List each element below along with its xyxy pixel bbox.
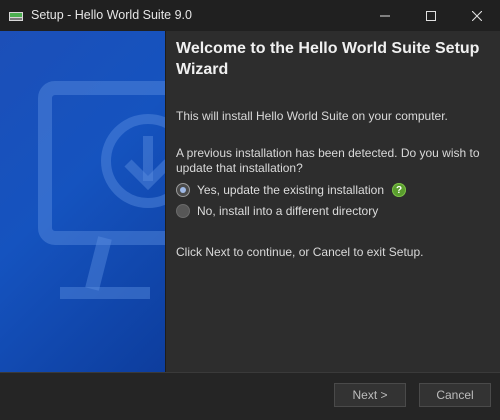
different-directory-radio[interactable] (176, 204, 190, 218)
intro-text: This will install Hello World Suite on y… (176, 109, 448, 123)
update-option-label[interactable]: Yes, update the existing installation (197, 183, 384, 197)
installer-icon (9, 9, 23, 21)
update-radio[interactable] (176, 183, 190, 197)
continue-text: Click Next to continue, or Cancel to exi… (176, 245, 424, 259)
minimize-icon (380, 15, 390, 16)
previous-install-question: A previous installation has been detecte… (176, 146, 480, 175)
minimize-button[interactable] (362, 0, 408, 31)
monitor-download-icon (38, 81, 165, 299)
different-directory-label[interactable]: No, install into a different directory (197, 204, 378, 218)
close-button[interactable] (454, 0, 500, 31)
page-title: Welcome to the Hello World Suite Setup W… (176, 40, 480, 78)
window-title: Setup - Hello World Suite 9.0 (31, 8, 192, 22)
maximize-button[interactable] (408, 0, 454, 31)
next-button[interactable]: Next > (334, 383, 406, 407)
wizard-banner (0, 31, 165, 372)
title-bar: Setup - Hello World Suite 9.0 (0, 0, 500, 31)
different-directory-option[interactable]: No, install into a different directory (176, 203, 378, 219)
cancel-button[interactable]: Cancel (419, 383, 491, 407)
setup-window: Setup - Hello World Suite 9.0 Welcome to… (0, 0, 500, 420)
help-icon[interactable]: ? (392, 183, 407, 197)
maximize-icon (426, 10, 436, 21)
close-icon (472, 10, 482, 21)
banner-divider (165, 31, 166, 372)
update-option[interactable]: Yes, update the existing installation ? (176, 182, 407, 198)
